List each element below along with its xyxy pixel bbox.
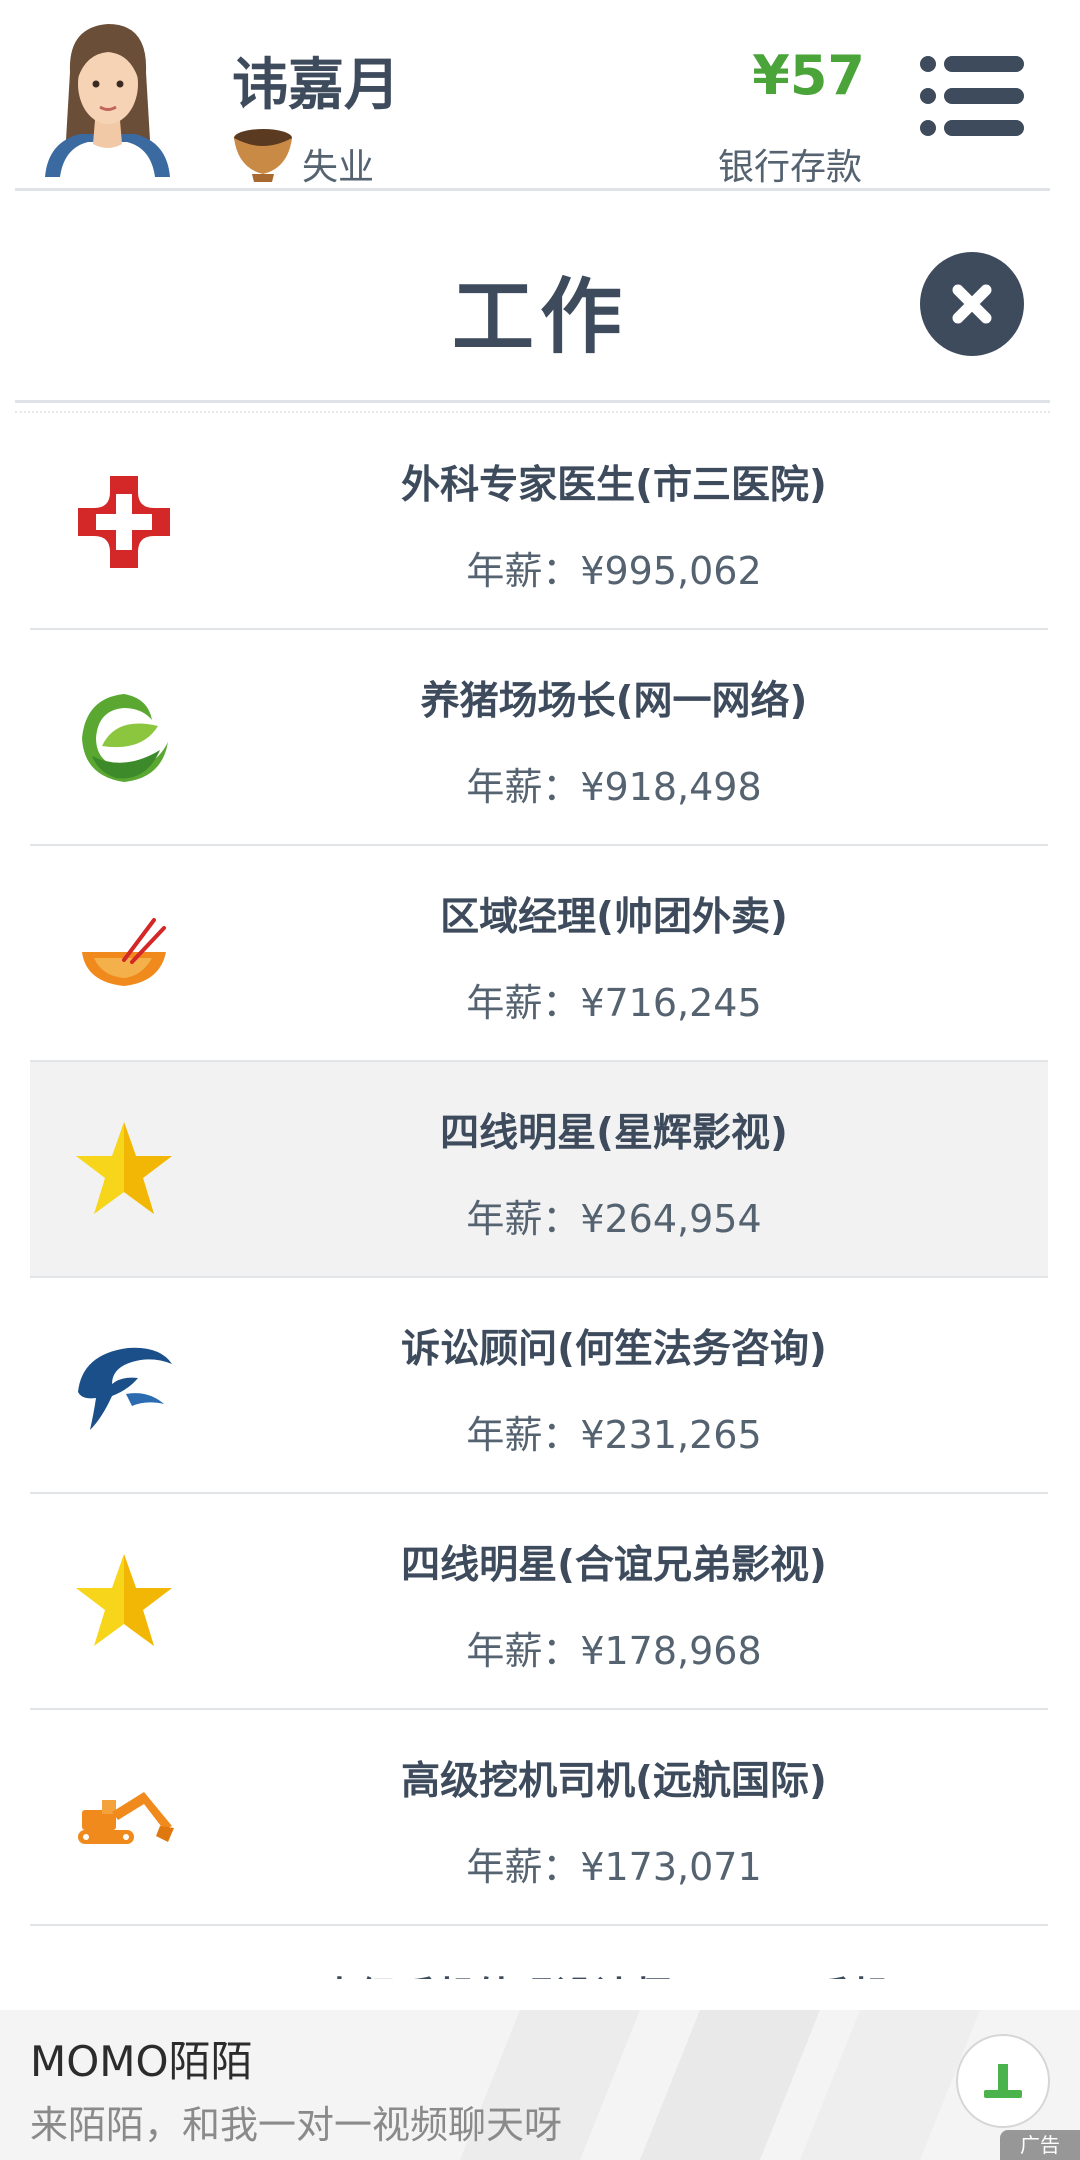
red-cross-icon [78,476,170,568]
job-item[interactable]: 养猪场场长(网一网络) 年薪：¥918,498 [30,630,1048,846]
bank-balance: ¥57 [752,44,865,107]
close-button[interactable] [920,252,1024,356]
player-name: 讳嘉月 [232,53,400,118]
ad-banner[interactable]: MOMO陌陌 来陌陌，和我一对一视频聊天呀 广告 [0,2010,1080,2160]
job-salary: 年薪：¥995,062 [466,549,762,593]
job-list[interactable]: 外科专家医生(市三医院) 年薪：¥995,062 养猪场场长(网一网络) 年薪：… [30,414,1048,1979]
header-divider [15,188,1050,191]
job-title: 四线明星(合谊兄弟影视) [401,1543,827,1588]
job-salary: 年薪：¥918,498 [466,765,762,809]
job-salary: 年薪：¥173,071 [466,1845,762,1889]
job-title: 高级挖机司机(远航国际) [401,1759,827,1804]
title-divider-dotted [15,411,1050,413]
dolphin-logo-icon [78,1347,172,1430]
job-item[interactable]: 外科专家医生(市三医院) 年薪：¥995,062 [30,414,1048,630]
employment-status: 失业 [302,147,375,188]
job-title: 外科专家医生(市三医院) [401,463,827,508]
job-salary: 年薪：¥178,968 [466,1629,762,1673]
close-icon [952,284,992,324]
download-icon [984,2064,1022,2098]
job-item[interactable]: 四线明星(星辉影视) 年薪：¥264,954 [30,1062,1048,1278]
star-icon [76,1122,172,1214]
ad-title: MOMO陌陌 [30,2037,253,2086]
ad-label: 广告 [1000,2130,1080,2160]
excavator-icon [78,1792,174,1844]
job-item[interactable]: 区域经理(帅团外卖) 年薪：¥716,245 [30,846,1048,1062]
job-title: 中级手机外观设计师(OPPO手机) [180,1966,1048,1979]
bowl-chopsticks-icon [82,918,166,986]
job-title: 区域经理(帅团外卖) [440,895,788,940]
job-salary: 年薪：¥264,954 [466,1197,762,1241]
job-item[interactable]: 四线明星(合谊兄弟影视) 年薪：¥178,968 [30,1494,1048,1710]
page-title: 工作 [451,270,628,365]
job-item[interactable]: 高级挖机司机(远航国际) 年薪：¥173,071 [30,1710,1048,1926]
job-title: 养猪场场长(网一网络) [420,679,808,724]
job-title: 诉讼顾问(何笙法务咨询) [401,1327,827,1372]
ad-subtitle: 来陌陌，和我一对一视频聊天呀 [30,2103,563,2147]
title-divider [15,400,1050,403]
avatar[interactable] [40,12,175,177]
download-button[interactable] [956,2034,1050,2128]
menu-icon[interactable] [918,54,1026,138]
job-title: 四线明星(星辉影视) [440,1111,788,1156]
job-item[interactable]: 中级手机外观设计师(OPPO手机) [30,1926,1048,1979]
header: 讳嘉月 失业 ¥57 银行存款 [0,0,1080,190]
bank-balance-label: 银行存款 [717,147,862,188]
job-item[interactable]: 诉讼顾问(何笙法务咨询) 年薪：¥231,265 [30,1278,1048,1494]
star-icon [76,1554,172,1646]
job-salary: 年薪：¥231,265 [466,1413,762,1457]
job-salary: 年薪：¥716,245 [466,981,762,1025]
bowl-icon [234,129,292,182]
green-leaf-logo-icon [82,694,168,782]
